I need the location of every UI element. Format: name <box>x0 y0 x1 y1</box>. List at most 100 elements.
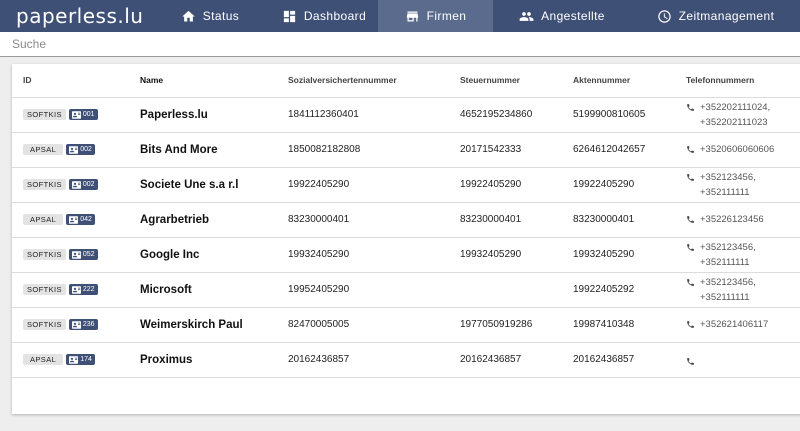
id-card-icon <box>71 285 81 294</box>
table-row[interactable]: SOFTKIS 002 Societe Une s.a r.l 19922405290… <box>12 167 800 203</box>
cell-name: Societe Une s.a r.l <box>140 167 288 203</box>
cell-telefonnummern: +35226123456 <box>686 202 800 238</box>
phone-number[interactable]: +352202111024, <box>700 100 770 115</box>
table-body: SOFTKIS 001 Paperless.lu 1841112360401 46521… <box>12 97 800 378</box>
id-card-icon <box>71 110 81 119</box>
cell-name: Paperless.lu <box>140 97 288 133</box>
column-header-sozialversichertennummer[interactable]: Sozialversichertennummer <box>288 64 460 98</box>
phone-number[interactable]: +352111111 <box>700 255 756 270</box>
table-row[interactable]: SOFTKIS 222 Microsoft 19952405290 1992240529… <box>12 272 800 308</box>
cell-aktennummer: 83230000401 <box>573 202 686 238</box>
cell-sozialversichertennummer: 1841112360401 <box>288 97 460 133</box>
nav-status[interactable]: Status <box>150 0 270 32</box>
cell-id: SOFTKIS 001 <box>12 97 140 133</box>
cell-sozialversichertennummer: 19932405290 <box>288 237 460 273</box>
cell-aktennummer: 19987410348 <box>573 307 686 343</box>
system-tag-chip: SOFTKIS <box>23 284 66 295</box>
table-row[interactable]: SOFTKIS 236 Weimerskirch Paul 82470005005 19… <box>12 307 800 343</box>
column-header-id[interactable]: ID <box>12 64 140 98</box>
cell-id: SOFTKIS 236 <box>12 307 140 343</box>
nav-dashboard[interactable]: Dashboard <box>270 0 378 32</box>
cell-telefonnummern: +352123456, +352111111 <box>686 272 800 308</box>
phone-icon <box>687 146 694 153</box>
phone-number[interactable]: +35226123456 <box>700 212 764 227</box>
column-header-telefonnummern[interactable]: Telefonnummern <box>686 64 800 98</box>
nav-status-label: Status <box>202 9 240 23</box>
cell-id: SOFTKIS 052 <box>12 237 140 273</box>
cell-steuernummer: 19932405290 <box>460 237 573 273</box>
table-row[interactable]: APSAL 002 Bits And More 1850082182808 201715… <box>12 132 800 168</box>
main-nav: Status Dashboard Firmen Angestellte Zeit… <box>150 0 800 32</box>
system-tag-chip: SOFTKIS <box>23 179 66 190</box>
system-tag-chip: APSAL <box>23 354 64 365</box>
cell-name: Weimerskirch Paul <box>140 307 288 343</box>
cell-id: APSAL 042 <box>12 202 140 238</box>
id-card-icon <box>69 145 79 154</box>
table-row[interactable]: SOFTKIS 001 Paperless.lu 1841112360401 46521… <box>12 97 800 133</box>
cell-steuernummer: 20171542333 <box>460 132 573 168</box>
cell-name: Microsoft <box>140 272 288 308</box>
nav-angestellte-label: Angestellte <box>541 9 605 23</box>
id-badge: 042 <box>66 214 95 225</box>
phone-number[interactable]: +352111111 <box>700 290 756 305</box>
cell-id: SOFTKIS 002 <box>12 167 140 203</box>
phone-icon <box>687 321 694 328</box>
cell-telefonnummern <box>686 342 800 378</box>
cell-aktennummer: 19922405290 <box>573 167 686 203</box>
column-header-steuernummer[interactable]: Steuernummer <box>460 64 573 98</box>
search-input[interactable] <box>0 32 800 56</box>
phone-icon <box>687 357 694 365</box>
id-number: 042 <box>80 216 92 223</box>
column-header-aktennummer[interactable]: Aktennummer <box>573 64 686 98</box>
nav-angestellte[interactable]: Angestellte <box>493 0 631 32</box>
brand-logo[interactable]: paperless.lu <box>0 0 150 32</box>
id-number: 002 <box>80 146 92 153</box>
dashboard-icon <box>283 10 295 22</box>
phone-number[interactable]: +3520606060606 <box>700 142 774 157</box>
phone-number[interactable]: +352202111023 <box>700 115 770 130</box>
nav-firmen-label: Firmen <box>426 9 467 23</box>
table-row[interactable]: SOFTKIS 052 Google Inc 19932405290 199324052… <box>12 237 800 273</box>
id-badge: 222 <box>68 284 98 295</box>
companies-table-card: ID Name Sozialversichertennummer Steuern… <box>12 64 800 414</box>
cell-name: Google Inc <box>140 237 288 273</box>
phone-icon <box>687 243 694 251</box>
id-number: 236 <box>82 321 95 328</box>
phone-number[interactable]: +352123456, <box>700 240 756 255</box>
phone-number[interactable]: +352123456, <box>700 170 756 185</box>
phone-number[interactable]: +352123456, <box>700 275 756 290</box>
table-row[interactable]: APSAL 174 Proximus 20162436857 20162436857 20… <box>12 342 800 378</box>
system-tag-chip: APSAL <box>23 144 64 155</box>
cell-aktennummer: 6264612042657 <box>573 132 686 168</box>
cell-steuernummer: 20162436857 <box>460 342 573 378</box>
home-icon <box>182 10 195 21</box>
cell-steuernummer: 19922405290 <box>460 167 573 203</box>
companies-table: ID Name Sozialversichertennummer Steuern… <box>12 64 800 378</box>
people-icon <box>519 11 534 21</box>
id-card-icon <box>69 215 79 224</box>
cell-steuernummer: 4652195234860 <box>460 97 573 133</box>
id-number: 222 <box>82 286 95 293</box>
id-number: 052 <box>82 251 95 258</box>
column-header-name[interactable]: Name <box>140 64 288 98</box>
nav-zeitmanagement[interactable]: Zeitmanagement <box>631 0 800 32</box>
nav-zeitmanagement-label: Zeitmanagement <box>678 9 775 23</box>
id-number: 002 <box>82 181 95 188</box>
nav-firmen[interactable]: Firmen <box>378 0 493 32</box>
phone-icon <box>687 103 694 111</box>
cell-aktennummer: 20162436857 <box>573 342 686 378</box>
id-badge: 002 <box>66 144 95 155</box>
id-badge: 052 <box>68 249 98 260</box>
table-header-row: ID Name Sozialversichertennummer Steuern… <box>12 64 800 98</box>
cell-telefonnummern: +3520606060606 <box>686 132 800 168</box>
nav-dashboard-label: Dashboard <box>303 9 367 23</box>
cell-aktennummer: 5199900810605 <box>573 97 686 133</box>
search-bar <box>0 32 800 57</box>
phone-number[interactable]: +352111111 <box>700 185 756 200</box>
id-badge: 002 <box>68 179 98 190</box>
phone-number[interactable]: +352621406117 <box>700 317 768 332</box>
table-row[interactable]: APSAL 042 Agrarbetrieb 83230000401 832300004… <box>12 202 800 238</box>
clock-icon <box>657 9 671 23</box>
system-tag-chip: SOFTKIS <box>23 109 66 120</box>
cell-id: APSAL 002 <box>12 132 140 168</box>
